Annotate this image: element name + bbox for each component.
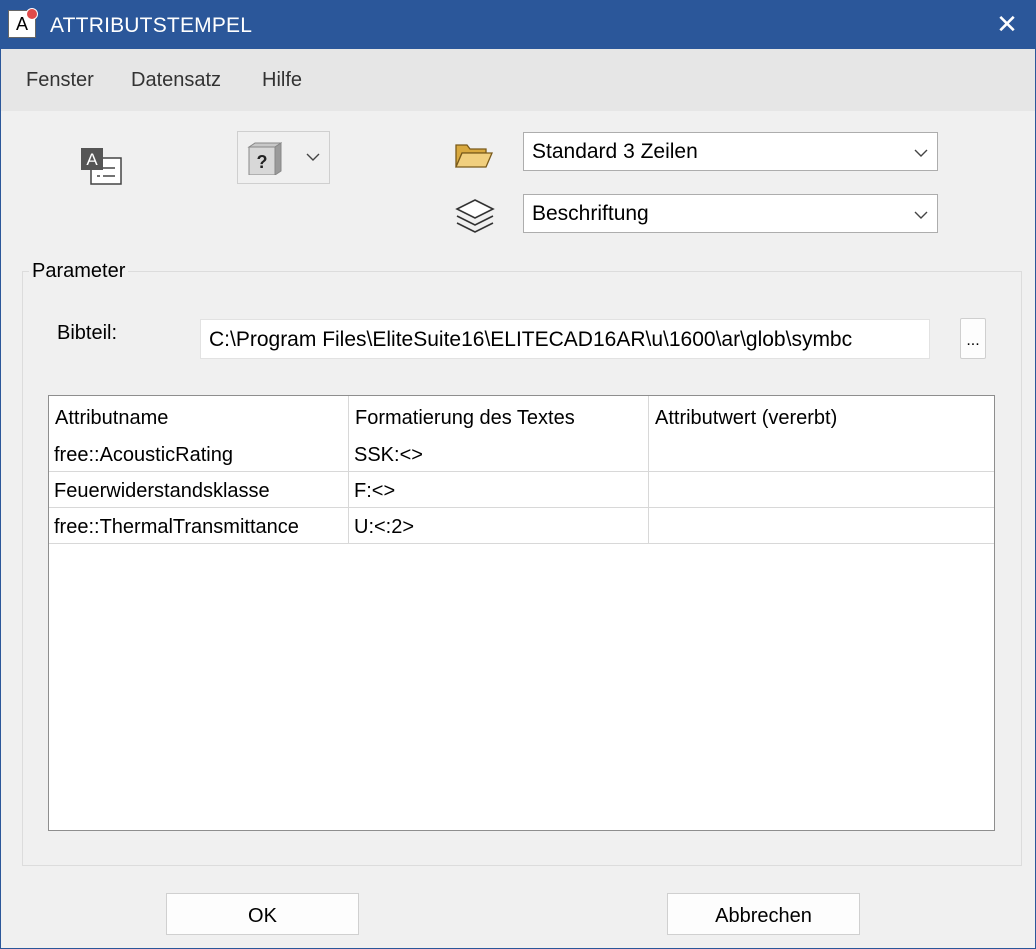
cell-formatierung[interactable]: SSK:<> (349, 436, 649, 471)
bibteil-path-value: C:\Program Files\EliteSuite16\ELITECAD16… (209, 328, 853, 351)
chevron-down-icon (914, 149, 928, 157)
app-icon: A (8, 8, 38, 38)
cell-attributname[interactable]: free::ThermalTransmittance (49, 508, 349, 543)
cell-attributname[interactable]: Feuerwiderstandsklasse (49, 472, 349, 507)
menu-datensatz[interactable]: Datensatz (131, 69, 221, 92)
browse-button[interactable]: ... (960, 318, 986, 359)
layer-combo[interactable]: Beschriftung (523, 194, 938, 233)
cell-formatierung[interactable]: U:<:2> (349, 508, 649, 543)
menu-bar: Fenster Datensatz Hilfe (1, 49, 1035, 111)
symbol-dropdown[interactable]: ? (237, 131, 330, 184)
template-combo-value: Standard 3 Zeilen (532, 140, 698, 163)
table-header: Attributname Formatierung des Textes Att… (49, 396, 994, 436)
layer-combo-value: Beschriftung (532, 202, 649, 225)
window-title: ATTRIBUTSTEMPEL (50, 14, 253, 37)
cell-attributwert[interactable] (649, 508, 994, 543)
book-help-icon: ? (247, 142, 282, 175)
app-icon-badge (26, 8, 38, 20)
folder-open-icon (455, 144, 493, 168)
layers-icon (455, 199, 495, 233)
close-icon: ✕ (996, 9, 1018, 39)
column-header-attributname[interactable]: Attributname (49, 396, 349, 436)
bibteil-label: Bibteil: (57, 322, 118, 344)
table-row[interactable]: Feuerwiderstandsklasse F:<> (49, 472, 994, 508)
title-bar[interactable]: A ATTRIBUTSTEMPEL ✕ (1, 1, 1035, 49)
column-header-formatierung[interactable]: Formatierung des Textes (349, 396, 649, 436)
text-attribute-icon-letter: A (86, 150, 98, 169)
text-attribute-icon: A (79, 146, 123, 190)
attribut-stempel-dialog: A ATTRIBUTSTEMPEL ✕ Fenster Datensatz Hi… (0, 0, 1036, 949)
menu-fenster[interactable]: Fenster (26, 69, 94, 92)
column-header-attributwert[interactable]: Attributwert (vererbt) (649, 396, 994, 436)
cell-attributwert[interactable] (649, 472, 994, 507)
cancel-button[interactable]: Abbrechen (667, 893, 860, 935)
ok-button[interactable]: OK (166, 893, 359, 935)
chevron-down-icon (914, 211, 928, 219)
table-row[interactable]: free::AcousticRating SSK:<> (49, 436, 994, 472)
table-row[interactable]: free::ThermalTransmittance U:<:2> (49, 508, 994, 544)
menu-hilfe[interactable]: Hilfe (262, 69, 302, 92)
cell-attributname[interactable]: free::AcousticRating (49, 436, 349, 471)
cell-formatierung[interactable]: F:<> (349, 472, 649, 507)
book-help-icon-glyph: ? (257, 152, 268, 172)
template-combo[interactable]: Standard 3 Zeilen (523, 132, 938, 171)
bibteil-path-field[interactable]: C:\Program Files\EliteSuite16\ELITECAD16… (200, 319, 930, 359)
close-button[interactable]: ✕ (979, 1, 1035, 49)
parameter-group-label: Parameter (29, 260, 129, 283)
chevron-down-icon (306, 153, 320, 161)
cell-attributwert[interactable] (649, 436, 994, 471)
attribute-table: Attributname Formatierung des Textes Att… (48, 395, 995, 831)
